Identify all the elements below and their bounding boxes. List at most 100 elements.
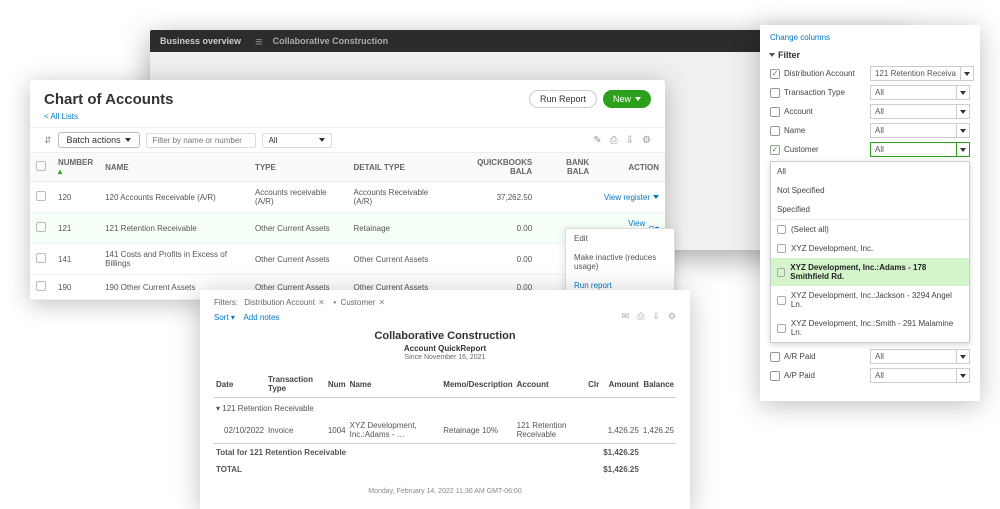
filter-select[interactable]: All — [870, 85, 956, 100]
new-button[interactable]: New — [603, 90, 651, 108]
col-detail[interactable]: DETAIL TYPE — [348, 153, 450, 182]
filter-all-select[interactable]: All — [262, 133, 332, 148]
row-checkbox[interactable] — [36, 222, 46, 232]
select-all-checkbox[interactable] — [36, 161, 46, 171]
filter-checkbox[interactable] — [770, 69, 780, 79]
col-acct[interactable]: Account — [515, 371, 586, 398]
chevron-down-icon[interactable] — [960, 66, 974, 81]
close-icon[interactable]: ✕ — [376, 298, 385, 307]
filter-row-account: Account All — [770, 104, 970, 119]
filter-select[interactable]: All — [870, 123, 956, 138]
filter-checkbox[interactable] — [770, 88, 780, 98]
filter-checkbox[interactable] — [770, 371, 780, 381]
dropdown-option[interactable]: XYZ Development, Inc.:Jackson - 3294 Ang… — [771, 286, 969, 314]
hamburger-icon[interactable]: ≡ — [255, 34, 263, 49]
filter-select[interactable]: All — [870, 368, 956, 383]
chevron-down-icon[interactable] — [956, 349, 970, 364]
row-action-menu: Edit Make inactive (reduces usage) Run r… — [565, 228, 675, 296]
export-icon[interactable]: ⇩ — [626, 135, 634, 146]
filter-row-distribution-account: Distribution Account 121 Retention Recei… — [770, 66, 970, 81]
filter-checkbox[interactable] — [770, 145, 780, 155]
filter-checkbox[interactable] — [770, 107, 780, 117]
group-header[interactable]: ▾ 121 Retention Receivable — [214, 398, 676, 418]
filter-select[interactable]: All — [870, 349, 956, 364]
report-row[interactable]: 02/10/2022 Invoice 1004 XYZ Development,… — [214, 417, 676, 444]
filter-row-name: Name All — [770, 123, 970, 138]
row-checkbox[interactable] — [36, 281, 46, 291]
chevron-down-icon[interactable] — [956, 85, 970, 100]
col-number[interactable]: NUMBER ▴ — [52, 153, 99, 182]
col-amount[interactable]: Amount — [601, 371, 641, 398]
col-clr[interactable]: Clr — [586, 371, 601, 398]
run-report-button[interactable]: Run Report — [529, 90, 597, 108]
collapse-icon[interactable]: ⇵ — [44, 135, 52, 146]
col-balance[interactable]: Balance — [641, 371, 676, 398]
filter-row-ar-paid: A/R Paid All — [770, 349, 970, 364]
col-name[interactable]: Name — [348, 371, 442, 398]
report-title: Account QuickReport — [214, 344, 676, 353]
menu-make-inactive[interactable]: Make inactive (reduces usage) — [566, 248, 674, 276]
export-icon[interactable]: ⇩ — [652, 311, 660, 322]
filter-row-customer: Customer All — [770, 142, 970, 157]
filter-panel: Change columns Filter Distribution Accou… — [760, 25, 980, 401]
gear-icon[interactable]: ⚙ — [668, 311, 676, 322]
col-bank[interactable]: BANK BALA — [538, 153, 595, 182]
filter-chip[interactable]: Distribution Account ✕ — [244, 298, 325, 307]
sort-button[interactable]: Sort ▾ — [214, 313, 235, 322]
chevron-down-icon — [653, 195, 659, 199]
business-overview-label: Business overview — [160, 36, 241, 46]
print-icon[interactable]: ⎙ — [610, 135, 618, 146]
col-num[interactable]: Num — [326, 371, 348, 398]
page-title: Chart of Accounts — [44, 91, 173, 108]
chevron-down-icon[interactable] — [956, 142, 970, 157]
all-lists-link[interactable]: < All Lists — [30, 112, 665, 127]
chevron-down-icon[interactable] — [956, 104, 970, 119]
dropdown-option[interactable]: Specified — [771, 200, 969, 219]
col-memo[interactable]: Memo/Description — [441, 371, 514, 398]
subtotal-row: Total for 121 Retention Receivable $1,42… — [214, 444, 676, 462]
option-checkbox — [777, 268, 785, 277]
filter-row-ap-paid: A/P Paid All — [770, 368, 970, 383]
filter-checkbox[interactable] — [770, 126, 780, 136]
bg-company-name: Collaborative Construction — [273, 36, 389, 46]
chevron-down-icon[interactable] — [956, 368, 970, 383]
dropdown-option-selected[interactable]: XYZ Development, Inc.:Adams - 178 Smithf… — [771, 258, 969, 286]
batch-actions-button[interactable]: Batch actions — [58, 132, 140, 148]
dropdown-option[interactable]: XYZ Development, Inc.:Smith - 291 Malami… — [771, 314, 969, 342]
report-filters-bar: Filters: Distribution Account ✕ • Custom… — [214, 298, 676, 307]
view-register-link[interactable]: View register — [601, 193, 659, 202]
chevron-down-icon[interactable] — [956, 123, 970, 138]
menu-edit[interactable]: Edit — [566, 229, 674, 248]
filter-section-header[interactable]: Filter — [770, 50, 970, 60]
row-checkbox[interactable] — [36, 191, 46, 201]
row-checkbox[interactable] — [36, 253, 46, 263]
col-action[interactable]: ACTION — [595, 153, 665, 182]
print-icon[interactable]: ⎙ — [637, 311, 644, 322]
col-qb[interactable]: QUICKBOOKS BALA — [449, 153, 538, 182]
report-daterange: Since November 16, 2021 — [214, 354, 676, 361]
pencil-icon[interactable]: ✎ — [593, 135, 601, 146]
filter-select[interactable]: All — [870, 104, 956, 119]
dropdown-option[interactable]: All — [771, 162, 969, 181]
dropdown-option[interactable]: (Select all) — [771, 219, 969, 239]
email-icon[interactable]: ✉ — [622, 311, 630, 322]
quickreport-panel: Filters: Distribution Account ✕ • Custom… — [200, 290, 690, 509]
table-row[interactable]: 120 120 Accounts Receivable (A/R) Accoun… — [30, 182, 665, 213]
grand-total-row: TOTAL $1,426.25 — [214, 461, 676, 478]
add-notes-link[interactable]: Add notes — [243, 313, 279, 322]
change-columns-link[interactable]: Change columns — [770, 33, 970, 42]
col-ttype[interactable]: Transaction Type — [266, 371, 326, 398]
filter-select[interactable]: All — [870, 142, 956, 157]
filter-select[interactable]: 121 Retention Receiva — [870, 66, 960, 81]
close-icon[interactable]: ✕ — [316, 298, 325, 307]
option-checkbox — [777, 324, 786, 333]
col-type[interactable]: TYPE — [249, 153, 348, 182]
col-name[interactable]: NAME — [99, 153, 249, 182]
gear-icon[interactable]: ⚙ — [642, 135, 651, 146]
dropdown-option[interactable]: Not Specified — [771, 181, 969, 200]
search-input[interactable] — [146, 133, 256, 148]
filter-chip[interactable]: Customer ✕ — [341, 298, 386, 307]
col-date[interactable]: Date — [214, 371, 266, 398]
dropdown-option[interactable]: XYZ Development, Inc. — [771, 239, 969, 258]
filter-checkbox[interactable] — [770, 352, 780, 362]
